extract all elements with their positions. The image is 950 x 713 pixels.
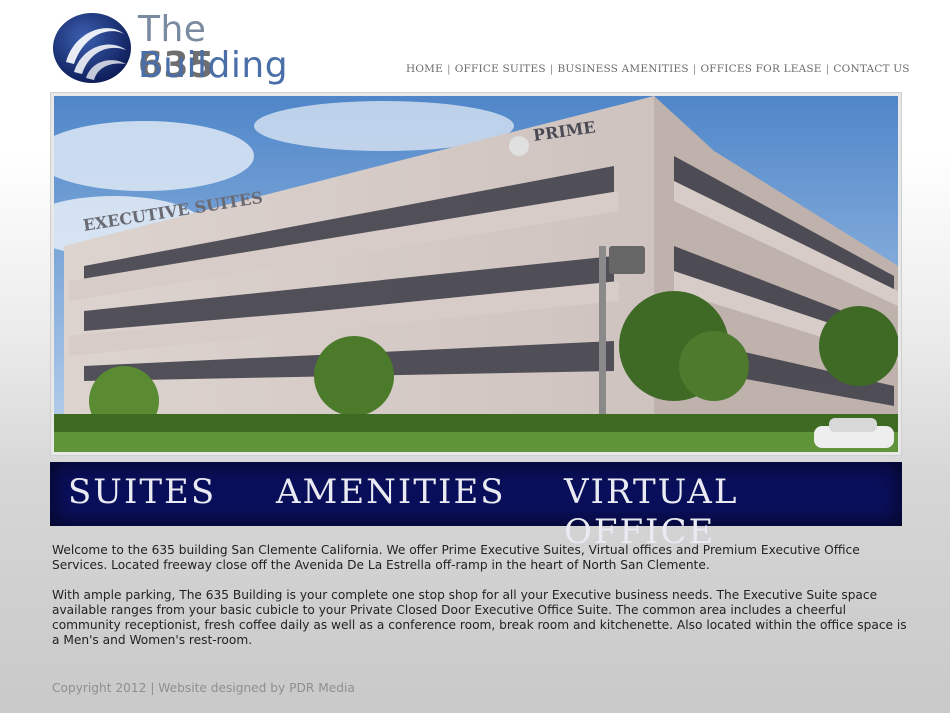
nav-separator: | (692, 63, 697, 75)
banner-link-suites[interactable]: SUITES (68, 472, 216, 512)
prime-logo-icon (509, 136, 529, 156)
logo-swirl-icon (53, 13, 131, 83)
footer-copyright: Copyright 2012 | Website designed by PDR… (52, 681, 355, 695)
nav-separator: | (549, 63, 554, 75)
nav-contact-us[interactable]: CONTACT US (833, 63, 909, 75)
intro-content: Welcome to the 635 building San Clemente… (52, 543, 908, 663)
hero-image: EXECUTIVE SUITES PRIME (50, 92, 902, 456)
nav-offices-for-lease[interactable]: OFFICES FOR LEASE (701, 63, 822, 75)
building-photo: EXECUTIVE SUITES PRIME (54, 96, 898, 452)
banner-link-virtual-office[interactable]: VIRTUAL OFFICE (564, 472, 902, 552)
nav-business-amenities[interactable]: BUSINESS AMENITIES (558, 63, 689, 75)
logo-word-the: The (138, 9, 207, 50)
nav-office-suites[interactable]: OFFICE SUITES (455, 63, 546, 75)
nav-home[interactable]: HOME (406, 63, 443, 75)
page: The 635 Building HOME | OFFICE SUITES | BUSI… (0, 0, 950, 713)
intro-paragraph-2: With ample parking, The 635 Building is … (52, 588, 907, 647)
banner-link-amenities[interactable]: AMENITIES (276, 472, 506, 512)
section-banner: SUITES AMENITIES VIRTUAL OFFICE (50, 462, 902, 552)
logo-text-building: Building (138, 45, 289, 86)
nav-separator: | (446, 63, 451, 75)
nav-separator: | (825, 63, 830, 75)
main-nav: HOME | OFFICE SUITES | BUSINESS AMENITIES | OF… (406, 63, 909, 79)
intro-paragraph-1: Welcome to the 635 building San Clemente… (52, 543, 860, 572)
site-logo[interactable]: The 635 Building (50, 10, 290, 86)
